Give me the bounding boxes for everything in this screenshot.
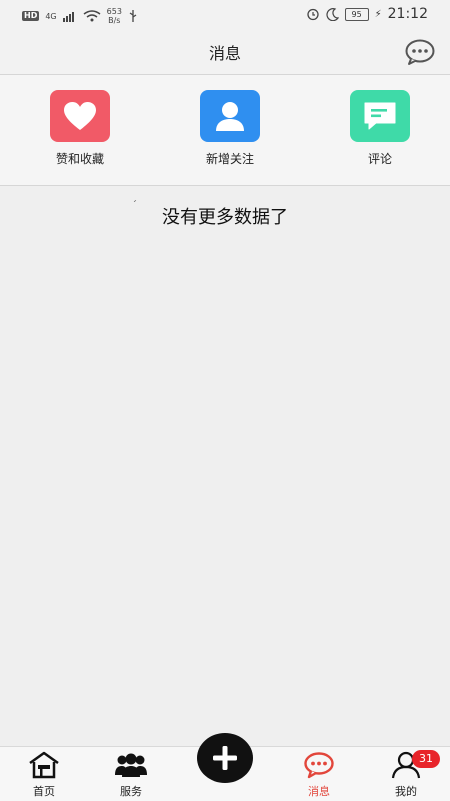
home-icon (29, 751, 59, 779)
page-title: 消息 (208, 44, 241, 63)
category-likes-favorites[interactable]: 赞和收藏 (30, 90, 130, 167)
hd-badge: HD (22, 11, 40, 21)
message-categories: 赞和收藏 新增关注 评论 (0, 75, 450, 186)
message-icon (304, 752, 334, 779)
usb-icon (129, 10, 137, 22)
heart-icon (64, 102, 96, 130)
users-icon (115, 753, 147, 777)
chat-bubble-icon (405, 39, 435, 65)
network-speed-value: 653 (106, 7, 122, 16)
category-label: 新增关注 (205, 152, 254, 166)
nav-message[interactable]: 消息 (284, 751, 354, 799)
notification-badge: 31 (412, 750, 440, 768)
category-new-followers[interactable]: 新增关注 (180, 90, 280, 167)
nav-service[interactable]: 服务 (96, 751, 166, 799)
clock: 21:12 (387, 6, 428, 22)
network-type: 4G (45, 11, 57, 21)
nav-service-icon-wrap (96, 751, 166, 779)
comments-icon-tile (350, 90, 410, 142)
wifi-icon (83, 10, 101, 22)
likes-icon-tile (50, 90, 110, 142)
signal-icon (62, 12, 74, 22)
nav-label: 服务 (120, 785, 142, 798)
followers-icon-tile (200, 90, 260, 142)
status-left: HD 4G 653 B/s (22, 7, 138, 25)
moon-icon (326, 7, 339, 21)
header: 消息 (0, 30, 450, 75)
nav-label: 消息 (308, 785, 330, 798)
comment-icon (364, 102, 396, 130)
post-button[interactable] (197, 733, 253, 783)
battery-level: 95 (344, 7, 369, 21)
category-comments[interactable]: 评论 (330, 90, 430, 167)
plus-icon (213, 746, 237, 770)
category-label: 赞和收藏 (55, 152, 104, 166)
nav-message-icon-wrap (284, 751, 354, 779)
chat-button[interactable] (404, 38, 436, 66)
nav-label: 首页 (33, 785, 55, 798)
status-right: 95 ⚡ 21:12 (306, 6, 428, 22)
user-icon (216, 102, 244, 131)
nav-label: 我的 (395, 785, 417, 798)
status-bar: HD 4G 653 B/s 95 ⚡ 21:12 (0, 0, 450, 30)
network-speed: 653 B/s (107, 7, 122, 25)
network-speed-unit: B/s (108, 16, 121, 25)
nav-home[interactable]: 首页 (9, 751, 79, 799)
charging-icon: ⚡ (374, 8, 382, 20)
nav-home-icon-wrap (9, 751, 79, 779)
category-label: 评论 (367, 152, 392, 166)
alarm-icon (306, 8, 319, 21)
empty-state-text: 没有更多数据了 (162, 207, 288, 228)
